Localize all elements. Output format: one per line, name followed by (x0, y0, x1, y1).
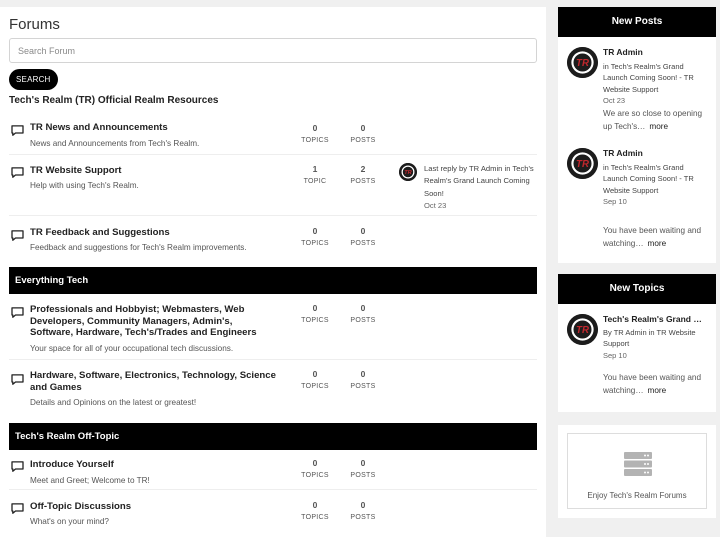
topic-date: Sep 10 (603, 350, 627, 360)
chat-bubble-icon (11, 230, 24, 241)
avatar[interactable] (567, 47, 598, 78)
new-topics-header: New Topics (558, 274, 716, 304)
topics-count: 0 TOPICS (301, 500, 329, 521)
chat-bubble-icon (11, 374, 24, 385)
forum-title[interactable]: Introduce Yourself (30, 459, 260, 471)
post-excerpt: We are so close to opening up Tech's… mor… (603, 108, 703, 131)
forum-description: Details and Opinions on the latest or gr… (30, 398, 197, 407)
topic-title-link[interactable]: Tech's Realm's Grand Launch Coming Soon! (603, 314, 707, 326)
forum-row[interactable]: Off-Topic Discussions What's on your min… (9, 490, 537, 530)
forum-row[interactable]: Hardware, Software, Electronics, Technol… (9, 360, 537, 423)
posts-count: 0 POSTS (350, 369, 376, 390)
search-input[interactable] (9, 38, 537, 63)
post-in: in (603, 162, 609, 172)
category-header: Everything Tech (9, 267, 537, 294)
forum-row[interactable]: TR News and Announcements News and Annou… (9, 115, 537, 155)
search-button[interactable]: SEARCH (9, 69, 58, 90)
posts-count: 0 POSTS (350, 226, 376, 247)
more-link[interactable]: more (649, 122, 668, 131)
topics-count: 0 TOPICS (301, 123, 329, 144)
promo-text: Enjoy Tech's Realm Forums (587, 491, 687, 500)
topics-count: 0 TOPICS (301, 226, 329, 247)
forum-description: Meet and Greet; Welcome to TR! (30, 476, 150, 485)
topics-count: 0 TOPICS (301, 458, 329, 479)
chat-bubble-icon (11, 307, 24, 318)
server-stack-icon (624, 452, 652, 476)
posts-count: 2 POSTS (350, 164, 376, 185)
forum-title[interactable]: Off-Topic Discussions (30, 501, 260, 513)
forum-title[interactable]: Professionals and Hobbyist; Webmasters, … (30, 304, 270, 339)
forum-title[interactable]: TR Feedback and Suggestions (30, 227, 260, 239)
chat-bubble-icon (11, 461, 24, 472)
forum-description: What's on your mind? (30, 517, 109, 526)
last-reply-in: in (504, 164, 511, 173)
forum-description: Feedback and suggestions for Tech's Real… (30, 243, 247, 252)
forums-promo-widget: Enjoy Tech's Realm Forums (558, 425, 716, 518)
chat-bubble-icon (11, 167, 24, 178)
forum-description: News and Announcements from Tech's Realm… (30, 139, 200, 148)
post-author[interactable]: TR Admin (603, 47, 707, 59)
posts-count: 0 POSTS (350, 123, 376, 144)
post-excerpt: You have been waiting and watching… more (603, 225, 702, 248)
topic-author[interactable]: TR Admin (614, 328, 647, 337)
topics-count: 0 TOPICS (301, 369, 329, 390)
forum-title[interactable]: TR Website Support (30, 165, 260, 177)
post-topic-link[interactable]: Tech's Realm's Grand Launch Coming Soon! (603, 62, 684, 83)
avatar[interactable] (567, 314, 598, 345)
chat-bubble-icon (11, 503, 24, 514)
more-link[interactable]: more (648, 386, 667, 395)
forum-row[interactable]: TR Website Support Help with using Tech'… (9, 155, 537, 216)
forum-row[interactable]: Professionals and Hobbyist; Webmasters, … (9, 294, 537, 360)
post-date: Sep 10 (603, 197, 627, 206)
post-in: in (603, 61, 609, 71)
posts-count: 0 POSTS (350, 458, 376, 479)
topic-in: in (648, 327, 655, 337)
page-title: Forums (9, 16, 60, 33)
last-reply-author[interactable]: TR Admin (469, 164, 502, 173)
posts-count: 0 POSTS (350, 500, 376, 521)
topic-by: By (603, 327, 612, 337)
new-posts-widget: New Posts TR Admin in Tech's Realm's Gra… (558, 7, 716, 263)
forum-description: Your space for all of your occupational … (30, 344, 234, 353)
new-topics-widget: New Topics Tech's Realm's Grand Launch C… (558, 274, 716, 412)
avatar[interactable] (567, 148, 598, 179)
last-reply-prefix: Last reply by (424, 164, 468, 173)
post-author[interactable]: TR Admin (603, 148, 707, 160)
topics-count: 0 TOPICS (301, 303, 329, 324)
post-date: Oct 23 (603, 96, 626, 105)
forum-title[interactable]: Hardware, Software, Electronics, Technol… (30, 370, 290, 393)
forum-row[interactable]: Introduce Yourself Meet and Greet; Welco… (9, 450, 537, 490)
forum-description: Help with using Tech's Realm. (30, 181, 139, 190)
post-topic-link[interactable]: Tech's Realm's Grand Launch Coming Soon! (603, 163, 684, 184)
category-header: Tech's Realm Off-Topic (9, 423, 537, 450)
forum-main-panel: Forums SEARCH Tech's Realm (TR) Official… (0, 7, 546, 537)
last-reply-date: Oct 23 (424, 200, 447, 210)
topics-count: 1 TOPIC (303, 164, 327, 185)
chat-bubble-icon (11, 125, 24, 136)
avatar[interactable] (399, 163, 417, 181)
category-heading: Tech's Realm (TR) Official Realm Resourc… (9, 95, 219, 106)
posts-count: 0 POSTS (350, 303, 376, 324)
new-posts-header: New Posts (558, 7, 716, 37)
forums-promo-box[interactable]: Enjoy Tech's Realm Forums (567, 433, 707, 509)
more-link[interactable]: more (648, 239, 667, 248)
forum-title[interactable]: TR News and Announcements (30, 122, 260, 134)
forum-row[interactable]: TR Feedback and Suggestions Feedback and… (9, 216, 537, 267)
topic-excerpt: You have been waiting and watching… more (603, 373, 702, 395)
